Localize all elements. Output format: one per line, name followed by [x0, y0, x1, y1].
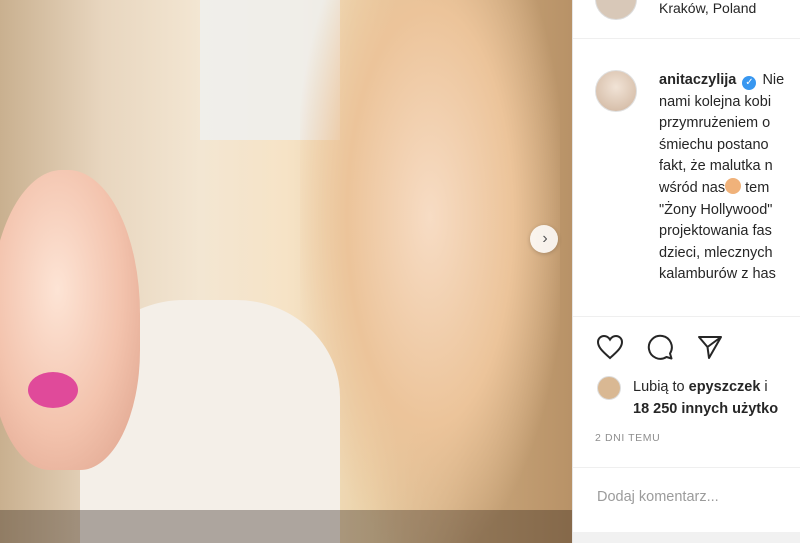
caption-text: wśród nas — [659, 179, 726, 196]
caption-text: Nie — [762, 72, 785, 88]
share-button[interactable] — [693, 330, 727, 364]
likes-line-1: Lubią to epyszczek i — [633, 376, 778, 398]
paper-plane-icon — [698, 336, 722, 359]
caption-line: nami kolejna kobi — [659, 93, 772, 110]
caption-line: kalamburów z has — [659, 266, 776, 283]
next-photo-button[interactable]: › — [530, 225, 558, 253]
balloon-pacifier — [28, 372, 78, 408]
baby-balloon — [0, 170, 140, 470]
caption-line: wśród nas tem — [659, 177, 800, 200]
caption-line: śmiechu postano — [659, 136, 769, 153]
caption-line: fakt, że malutka n — [659, 158, 773, 175]
likes-count[interactable]: 18 250 innych użytko — [633, 401, 778, 417]
baby-face-emoji-icon — [725, 177, 742, 194]
panel-bottom-edge — [573, 532, 800, 543]
heart-icon — [596, 334, 624, 360]
likes-prefix: Lubią to — [633, 379, 685, 395]
liker-username[interactable]: epyszczek — [689, 379, 761, 395]
likes-conjunction: i — [764, 379, 768, 395]
caption-username[interactable]: anitaczylija — [659, 72, 736, 88]
caption-text: tem — [745, 179, 770, 196]
speech-bubble-icon — [647, 334, 673, 360]
liker-avatar[interactable] — [597, 376, 621, 400]
instagram-post-view: › Kraków, Poland anitaczylija ✓ Nie nami… — [0, 0, 800, 543]
post-header: Kraków, Poland — [573, 0, 800, 39]
post-photo[interactable] — [0, 0, 572, 543]
caption-line-1: anitaczylija ✓ Nie — [659, 70, 800, 92]
likes-line-2[interactable]: 18 250 innych użytko — [633, 398, 778, 420]
caption-line: "Żony Hollywood" — [659, 201, 773, 218]
comment-button[interactable] — [643, 330, 677, 364]
post-actions — [593, 330, 727, 364]
chevron-right-icon: › — [542, 230, 548, 247]
verified-badge-icon: ✓ — [742, 76, 757, 90]
section-divider — [573, 316, 800, 317]
post-side-panel: Kraków, Poland anitaczylija ✓ Nie nami k… — [573, 0, 800, 543]
section-divider — [573, 467, 800, 468]
author-avatar[interactable] — [595, 0, 637, 20]
caption-line: projektowania fas — [659, 223, 772, 240]
location-link[interactable]: Kraków, Poland — [659, 0, 756, 16]
post-timestamp[interactable]: 2 DNI TEMU — [595, 432, 660, 444]
likes-summary: Lubią to epyszczek i 18 250 innych użytk… — [633, 376, 778, 420]
caption-line: przymrużeniem o — [659, 115, 771, 132]
caption-author-avatar[interactable] — [595, 70, 637, 112]
like-button[interactable] — [593, 330, 627, 364]
post-caption: anitaczylija ✓ Nie nami kolejna kobi prz… — [659, 70, 800, 286]
comment-input[interactable] — [595, 488, 799, 506]
photo-bottom-shade — [0, 510, 572, 543]
caption-line: dzieci, mlecznych — [659, 244, 773, 261]
